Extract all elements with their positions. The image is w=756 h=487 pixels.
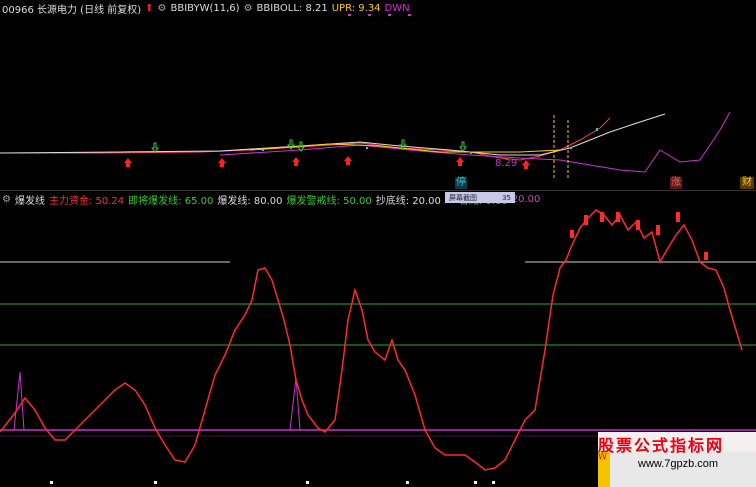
watermark-site: www.7gpzb.com (638, 458, 719, 470)
watermark-banner: 股票公式指标网 (598, 432, 756, 455)
watermark: 股票公式指标网 W www.7gpzb.com (598, 432, 756, 487)
watermark-logo: W (598, 452, 610, 487)
indicator-panel (0, 209, 756, 484)
